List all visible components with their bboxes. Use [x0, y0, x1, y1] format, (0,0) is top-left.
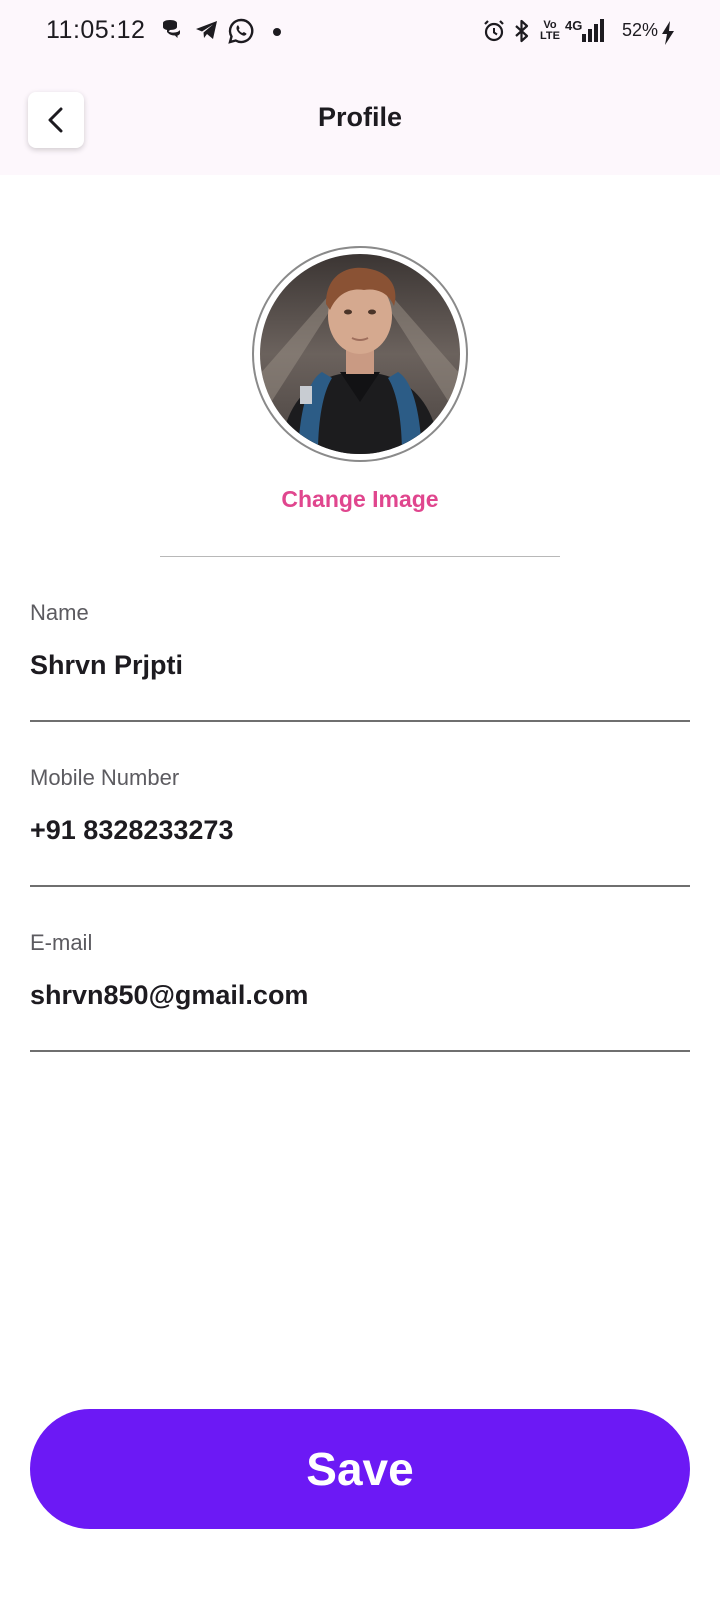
name-label: Name [30, 600, 89, 625]
email-label: E-mail [30, 930, 93, 955]
bluetooth-icon [515, 19, 529, 43]
status-time: 11:05:12 [46, 16, 146, 44]
avatar-frame[interactable] [252, 246, 468, 462]
change-image-button[interactable]: Change Image [0, 486, 720, 513]
profile-photo [260, 254, 460, 454]
signal-4g-icon [582, 19, 604, 42]
save-button[interactable]: Save [30, 1409, 690, 1529]
avatar [260, 254, 460, 454]
dot-icon [273, 28, 281, 36]
mobile-input[interactable] [30, 815, 690, 846]
page-title: Profile [317, 102, 403, 132]
battery-percent: 52% [622, 20, 659, 40]
chat-bubbles-icon [163, 20, 180, 38]
name-input[interactable] [30, 650, 690, 681]
email-underline [30, 1050, 690, 1052]
charging-icon [662, 21, 674, 45]
name-field: Name [30, 600, 690, 750]
avatar-divider [160, 556, 560, 557]
mobile-label: Mobile Number [30, 765, 180, 790]
alarm-icon [484, 20, 504, 42]
mobile-field: Mobile Number [30, 765, 690, 915]
app-bar: Profile [0, 64, 720, 175]
email-input[interactable] [30, 980, 690, 1011]
whatsapp-icon [228, 18, 254, 44]
telegram-icon [196, 21, 217, 39]
profile-screen: 11:05:12 Vo LTE 4G 52% Profile Change Im… [0, 0, 720, 1600]
mobile-underline [30, 885, 690, 887]
status-bar: 11:05:12 Vo LTE 4G 52% [0, 0, 720, 64]
name-underline [30, 720, 690, 722]
email-field: E-mail [30, 930, 690, 1080]
volte-icon: Vo LTE [540, 19, 560, 42]
